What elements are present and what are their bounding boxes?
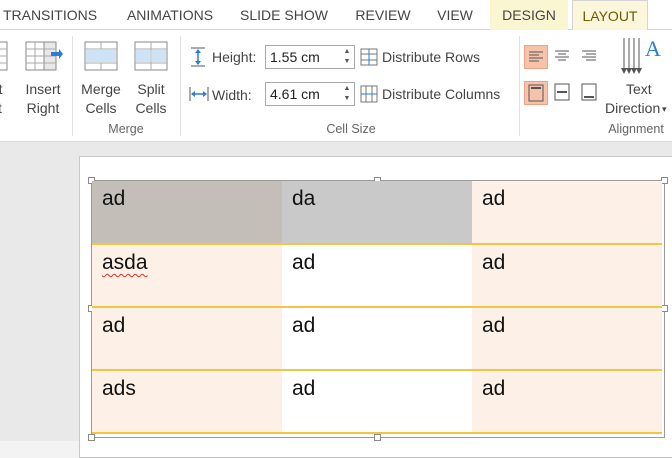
chevron-down-icon: ▾ xyxy=(662,104,667,114)
width-value: 4.61 cm xyxy=(270,86,320,102)
height-input[interactable]: 1.55 cm ▲ ▼ xyxy=(265,45,355,69)
resize-handle-top-right[interactable] xyxy=(661,177,668,184)
distribute-columns-label: Distribute Columns xyxy=(382,86,501,102)
tab-design[interactable]: DESIGN xyxy=(490,0,568,30)
distribute-rows-button[interactable]: Distribute Rows xyxy=(360,47,500,69)
tab-layout[interactable]: LAYOUT xyxy=(572,0,648,31)
align-middle-button[interactable] xyxy=(551,81,575,105)
alignment-group-label: Alignment xyxy=(608,122,664,136)
distribute-columns-button[interactable]: Distribute Columns xyxy=(360,84,516,106)
text-direction-icon: A xyxy=(621,36,661,74)
split-cells-icon xyxy=(134,41,168,71)
split-cells-label-1: Split xyxy=(137,81,165,97)
align-right-button[interactable] xyxy=(578,45,602,69)
table-cell[interactable]: da xyxy=(282,181,472,245)
text-direction-label-2: Direction xyxy=(605,100,661,116)
width-label: Width: xyxy=(212,87,252,103)
table-cell[interactable]: ads xyxy=(92,370,282,434)
resize-handle-right[interactable] xyxy=(661,305,668,312)
insert-left-label-2: t xyxy=(0,99,2,118)
insert-left-icon xyxy=(0,41,8,71)
table-cell[interactable]: ad xyxy=(472,370,662,434)
align-bottom-icon xyxy=(581,83,597,101)
tab-transitions[interactable]: TRANSITIONS xyxy=(0,0,100,30)
split-cells-button[interactable]: Split Cells xyxy=(128,38,174,118)
distribute-rows-icon xyxy=(360,48,378,66)
width-input[interactable]: 4.61 cm ▲ ▼ xyxy=(265,82,355,106)
tab-view[interactable]: VIEW xyxy=(428,0,482,30)
table-row: ad da ad xyxy=(92,181,662,245)
merge-cells-label-1: Merge xyxy=(81,81,121,97)
align-bottom-button[interactable] xyxy=(578,81,602,105)
height-spinner-arrows[interactable]: ▲ ▼ xyxy=(342,47,352,67)
align-middle-icon xyxy=(554,83,570,101)
align-center-button[interactable] xyxy=(551,45,575,69)
misspelled-text: asda xyxy=(102,251,148,274)
height-value: 1.55 cm xyxy=(270,49,320,65)
insert-right-icon xyxy=(25,41,63,71)
merge-cells-button[interactable]: Merge Cells xyxy=(78,38,124,118)
height-label: Height: xyxy=(212,49,257,65)
table-cell[interactable]: ad xyxy=(472,244,662,308)
insert-right-button[interactable]: Insert Right xyxy=(20,38,66,118)
resize-handle-bottom-left[interactable] xyxy=(88,434,95,441)
table-column-width-icon xyxy=(189,87,209,101)
ribbon-separator xyxy=(72,36,73,136)
table-cell[interactable]: ad xyxy=(472,181,662,245)
table-row: ads ad ad xyxy=(92,370,662,434)
table-row: asda ad ad xyxy=(92,244,662,308)
align-top-button[interactable] xyxy=(524,81,548,105)
align-right-icon xyxy=(582,50,596,61)
ribbon: rt t Insert Right Merge Cells xyxy=(0,30,672,142)
table-cell[interactable]: ad xyxy=(92,307,282,371)
table-cell[interactable]: ad xyxy=(282,370,472,434)
text-direction-button[interactable]: A Text Direction ▾ xyxy=(604,34,672,120)
merge-cells-icon xyxy=(84,41,118,71)
distribute-columns-icon xyxy=(360,85,378,103)
insert-left-label-1: rt xyxy=(0,81,3,97)
distribute-rows-label: Distribute Rows xyxy=(382,49,481,65)
tab-review[interactable]: REVIEW xyxy=(348,0,418,30)
table-row-height-icon xyxy=(191,47,205,67)
ribbon-separator xyxy=(519,36,520,136)
align-top-icon xyxy=(528,84,544,102)
merge-group-label: Merge xyxy=(108,122,144,136)
insert-right-label-1: Insert xyxy=(25,81,61,97)
svg-text:A: A xyxy=(645,36,661,61)
width-spinner-arrows[interactable]: ▲ ▼ xyxy=(342,84,352,104)
ribbon-separator xyxy=(180,36,181,136)
table-cell[interactable]: asda xyxy=(92,244,282,308)
ribbon-tab-strip: TRANSITIONS ANIMATIONS SLIDE SHOW REVIEW… xyxy=(0,0,672,31)
table-cell[interactable]: ad xyxy=(282,244,472,308)
insert-right-label-2: Right xyxy=(26,100,60,116)
table-cell[interactable]: ad xyxy=(92,181,282,245)
table-cell[interactable]: ad xyxy=(472,307,662,371)
split-cells-label-2: Cells xyxy=(135,100,167,116)
cell-size-group-label: Cell Size xyxy=(326,122,376,136)
table-cell[interactable]: ad xyxy=(282,307,472,371)
align-left-button[interactable] xyxy=(524,45,548,69)
table-row: ad ad ad xyxy=(92,307,662,371)
insert-left-button[interactable]: rt t xyxy=(0,38,14,118)
tab-slide-show[interactable]: SLIDE SHOW xyxy=(232,0,336,30)
slide-table[interactable]: ad da ad asda ad ad ad ad ad ads ad ad xyxy=(92,181,662,434)
align-left-icon xyxy=(529,51,543,62)
resize-handle-bottom[interactable] xyxy=(374,434,381,441)
align-center-icon xyxy=(555,50,569,61)
text-direction-label-1: Text xyxy=(626,81,652,97)
tab-animations[interactable]: ANIMATIONS xyxy=(114,0,226,30)
merge-cells-label-2: Cells xyxy=(85,100,117,116)
